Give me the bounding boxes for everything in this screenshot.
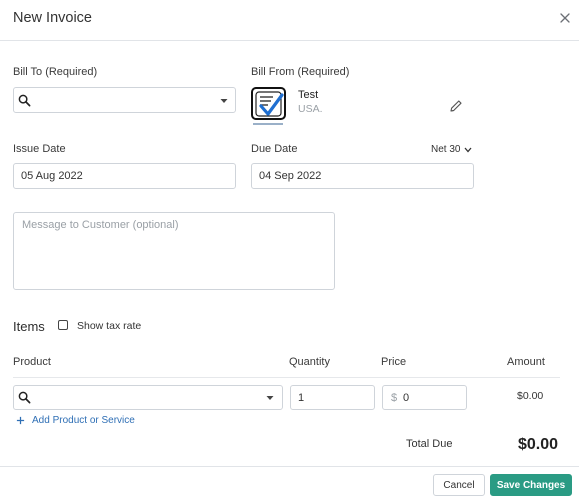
column-header-amount: Amount	[507, 356, 545, 368]
add-product-link[interactable]: Add Product or Service	[16, 415, 135, 426]
message-field[interactable]	[13, 212, 335, 290]
price-field[interactable]: $ 0	[382, 385, 467, 410]
quantity-field[interactable]: 1	[290, 385, 375, 410]
message-textarea[interactable]	[22, 219, 326, 283]
search-icon	[18, 391, 31, 404]
bill-to-select[interactable]	[13, 87, 236, 113]
due-date-field[interactable]: 04 Sep 2022	[251, 163, 474, 189]
bill-to-label: Bill To (Required)	[13, 66, 98, 78]
footer-divider	[0, 466, 579, 467]
company-logo	[251, 87, 286, 125]
product-select[interactable]	[13, 385, 283, 410]
modal-title: New Invoice	[13, 10, 92, 26]
cancel-button[interactable]: Cancel	[433, 474, 485, 496]
bill-from-label: Bill From (Required)	[251, 66, 350, 78]
show-tax-checkbox[interactable]	[58, 320, 68, 330]
due-date-value: 04 Sep 2022	[259, 170, 322, 182]
edit-pencil-icon[interactable]	[449, 99, 463, 113]
row-amount: $0.00	[517, 390, 544, 402]
total-due-label: Total Due	[406, 438, 453, 450]
issue-date-value: 05 Aug 2022	[21, 170, 83, 182]
chevron-down-icon	[266, 396, 274, 400]
column-header-quantity: Quantity	[289, 356, 330, 368]
column-header-product: Product	[13, 356, 51, 368]
currency-symbol: $	[391, 392, 398, 404]
payment-terms-value: Net 30	[431, 144, 461, 155]
plus-icon	[16, 416, 25, 425]
add-product-label: Add Product or Service	[32, 415, 135, 426]
chevron-down-icon	[220, 99, 228, 103]
items-heading: Items	[13, 319, 45, 334]
close-icon[interactable]	[557, 10, 573, 26]
due-date-label: Due Date	[251, 143, 298, 155]
show-tax-label: Show tax rate	[77, 320, 142, 332]
bill-from-name: Test	[298, 89, 319, 101]
header-divider	[0, 40, 579, 41]
quantity-value: 1	[298, 392, 305, 404]
total-due-value: $0.00	[518, 436, 559, 453]
search-icon	[18, 94, 31, 107]
issue-date-field[interactable]: 05 Aug 2022	[13, 163, 236, 189]
chevron-down-icon	[464, 147, 472, 152]
bill-from-country: USA.	[298, 103, 323, 115]
save-changes-button[interactable]: Save Changes	[490, 474, 572, 496]
issue-date-label: Issue Date	[13, 143, 66, 155]
items-header-divider	[13, 377, 560, 378]
price-value: 0	[403, 392, 410, 404]
payment-terms-dropdown[interactable]: Net 30	[431, 144, 472, 155]
column-header-price: Price	[381, 356, 407, 368]
